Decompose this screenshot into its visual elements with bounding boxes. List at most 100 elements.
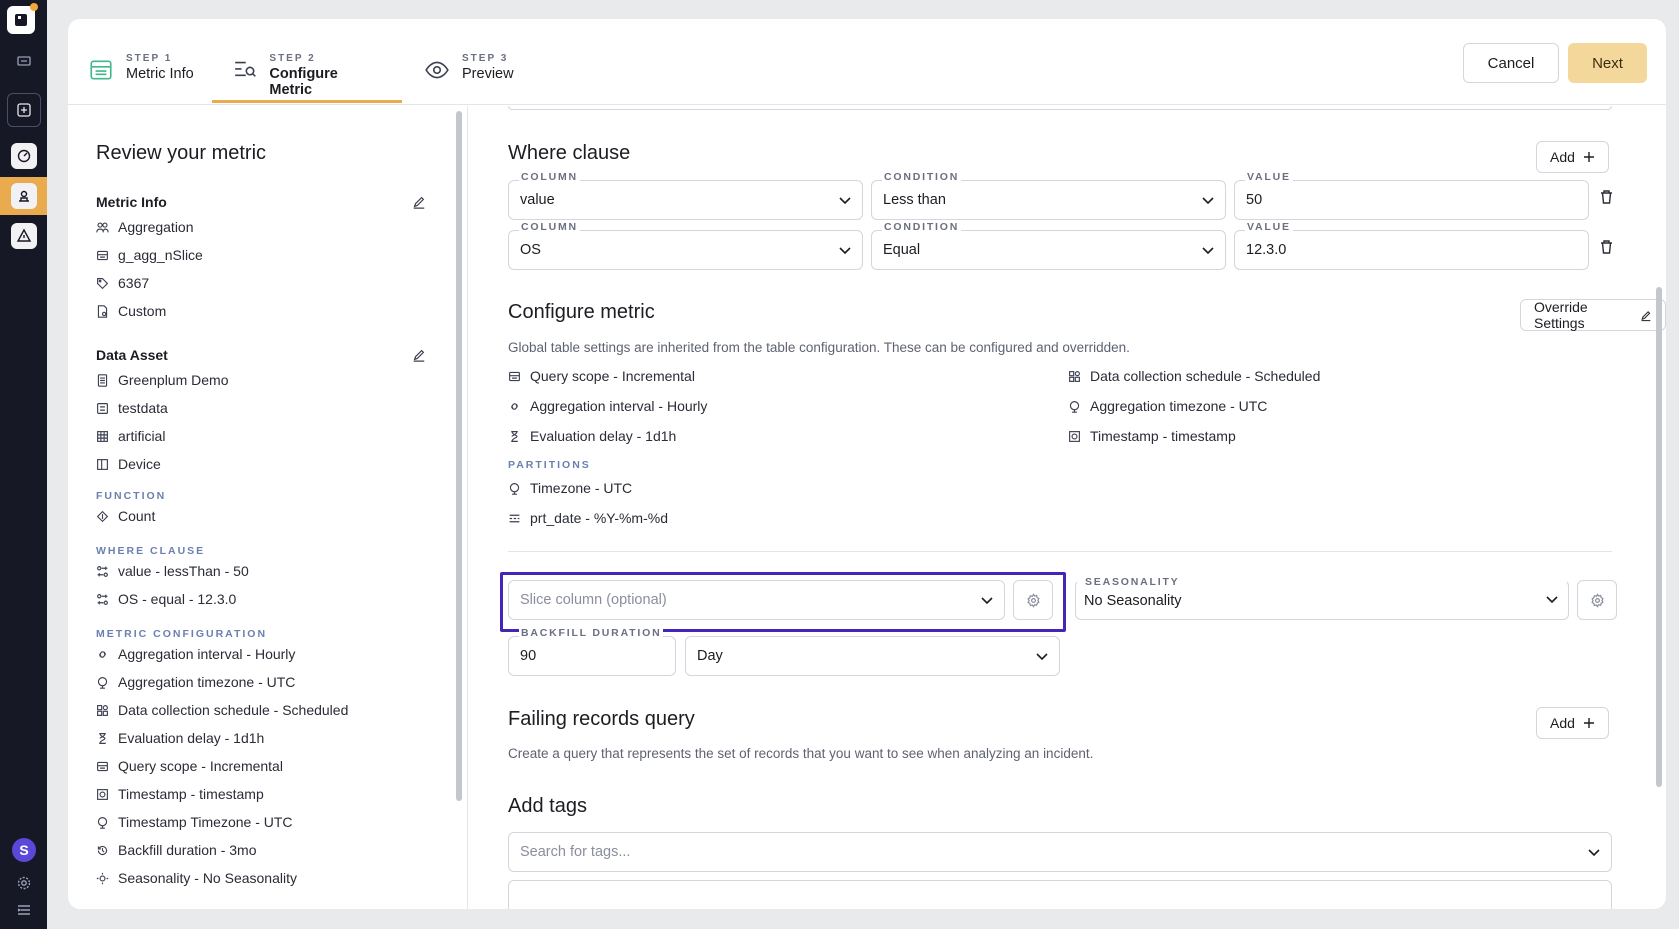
seasonality-settings-button[interactable] [1577,580,1617,620]
function-item: Count [96,508,155,524]
metric-config-item: Seasonality - No Seasonality [96,870,297,886]
edit-data-asset-icon[interactable] [412,348,426,362]
app-logo[interactable] [7,3,38,34]
function-icon [96,510,109,522]
add-failing-query-button[interactable]: Add [1536,707,1609,739]
right-scrollbar[interactable] [1656,287,1662,787]
globe-icon [509,482,520,495]
backfill-duration-input[interactable]: BACKFILL DURATION 90 [508,627,676,676]
add-where-button[interactable]: Add [1536,141,1609,173]
step-configure-metric[interactable]: STEP 2 Configure Metric [212,53,402,103]
metric-config-item: Timestamp Timezone - UTC [96,814,293,830]
item-label: Evaluation delay - 1d1h [530,428,677,444]
link-icon [99,650,106,658]
backfill-unit-select[interactable]: Day [685,636,1060,676]
item-label: Data collection schedule - Scheduled [118,702,349,718]
search-list-icon [235,61,256,77]
edit-metric-info-icon[interactable] [412,195,426,209]
where-condition-select[interactable]: CONDITION Equal [871,221,1226,270]
data-asset-item: Greenplum Demo [96,372,229,388]
filter-icon [97,565,108,577]
collapse-menu-icon[interactable] [9,895,39,925]
where-column-select[interactable]: COLUMN value [508,171,863,220]
item-label: value - lessThan - 50 [118,563,249,579]
override-settings-button[interactable]: Override Settings [1520,299,1666,331]
next-button[interactable]: Next [1568,43,1647,83]
metric-config-item: Backfill duration - 3mo [96,842,257,858]
data-asset-heading: Data Asset [96,347,168,363]
dashboard-nav-icon[interactable] [9,46,39,76]
item-label: Device [118,456,161,472]
where-condition-select[interactable]: CONDITION Less than [871,171,1226,220]
function-caption: FUNCTION [96,490,167,502]
field-label: CONDITION [882,171,962,183]
incidents-nav-icon[interactable] [11,223,37,249]
gear-icon [1590,592,1604,608]
config-item: Query scope - Incremental [508,368,695,384]
field-value: Equal [883,242,921,258]
field-value: Day [697,648,723,664]
where-column-select[interactable]: COLUMN OS [508,221,863,270]
table-icon [97,250,108,260]
chevron-down-icon [1036,653,1048,661]
item-label: Seasonality - No Seasonality [118,870,297,886]
where-clause-title: Where clause [508,142,631,164]
metric-info-item: Aggregation [96,219,194,235]
settings-gear-icon[interactable] [9,868,39,898]
tags-list-box[interactable] [508,880,1612,909]
where-value-input[interactable]: VALUE 12.3.0 [1234,221,1589,270]
data-asset-item: testdata [96,400,168,416]
schedule-icon [97,704,108,716]
item-label: Timezone - UTC [530,480,633,496]
chevron-down-icon [839,247,851,255]
previous-field-edge [508,106,1612,110]
user-avatar[interactable]: S [12,838,36,862]
left-scrollbar[interactable] [456,111,462,801]
failing-records-title: Failing records query [508,708,695,730]
create-metric-card: STEP 1 Metric Info STEP 2 Configure Metr… [68,19,1666,909]
plus-icon [1583,152,1594,162]
hourglass-icon [511,430,518,442]
app-rail: S [0,0,47,929]
item-label: Timestamp - timestamp [1090,428,1236,444]
metric-info-item: 6367 [96,275,149,291]
partition-item: prt_date - %Y-%m-%d [508,510,668,526]
metric-config-item: Aggregation timezone - UTC [96,674,295,690]
monitor-nav-icon[interactable] [11,143,37,169]
trash-icon[interactable] [1600,190,1613,204]
field-label: COLUMN [519,221,580,233]
table-icon [97,761,108,771]
field-value: 12.3.0 [1246,242,1287,258]
step-label: Metric Info [126,66,194,82]
chevron-down-icon [1588,849,1600,857]
item-label: Timestamp - timestamp [118,786,264,802]
plus-icon [1583,718,1594,728]
tags-search-select[interactable]: Search for tags... [508,832,1612,872]
configure-metric-title: Configure metric [508,301,655,323]
field-value: Less than [883,192,946,208]
section-divider [508,551,1612,552]
partition-item: Timezone - UTC [508,480,632,496]
metrics-nav-icon[interactable] [11,183,37,209]
configure-panel: Where clause Add COLUMN value CONDITION … [468,106,1666,909]
item-label: Query scope - Incremental [118,758,283,774]
item-label: Aggregation interval - Hourly [118,646,296,662]
step-number: STEP 1 [126,53,173,64]
item-label: Aggregation timezone - UTC [118,674,296,690]
add-label: Add [1550,715,1575,731]
step-number: STEP 3 [462,53,509,64]
catalog-nav-icon[interactable] [7,93,41,127]
field-value: 90 [520,648,537,664]
metric-info-heading: Metric Info [96,194,167,210]
cancel-button[interactable]: Cancel [1463,43,1559,83]
where-value-input[interactable]: VALUE 50 [1234,171,1589,220]
filter-icon [97,593,108,605]
tags-placeholder: Search for tags... [520,844,631,860]
partition-lines-icon [509,514,520,522]
item-label: Aggregation interval - Hourly [530,398,708,414]
where-clause-item: value - lessThan - 50 [96,563,249,579]
step-metric-info[interactable]: STEP 1 Metric Info [88,53,194,103]
trash-icon[interactable] [1600,240,1613,254]
metric-config-item: Evaluation delay - 1d1h [96,730,264,746]
step-preview[interactable]: STEP 3 Preview [424,53,514,103]
